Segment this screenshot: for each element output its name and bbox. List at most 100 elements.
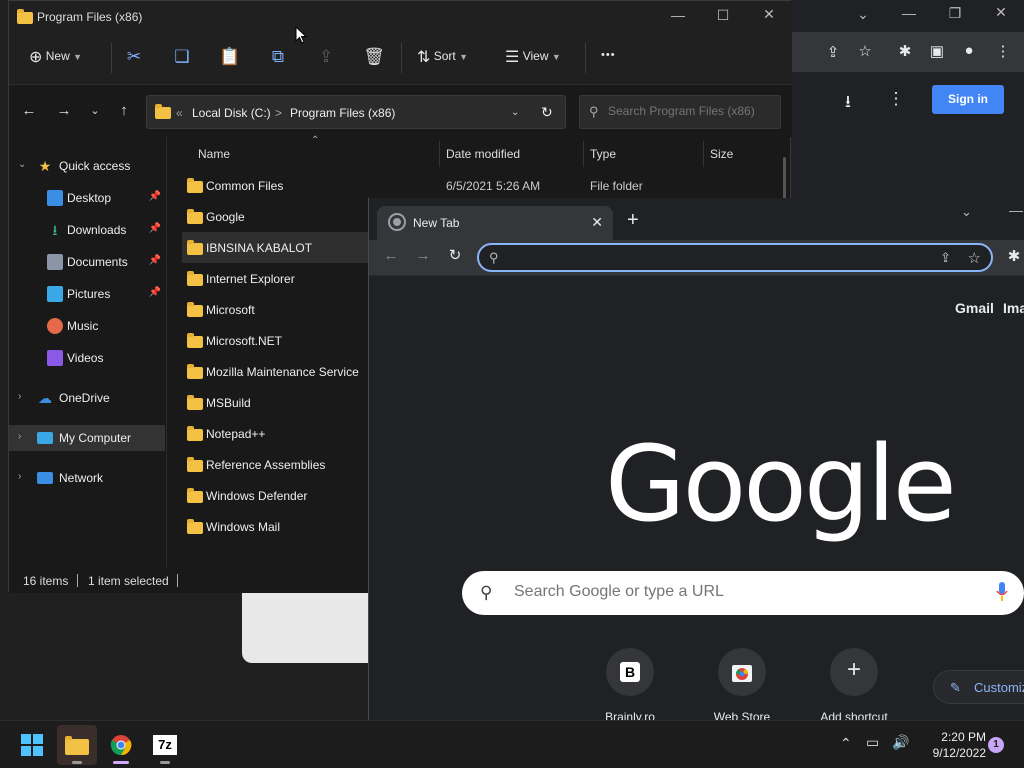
rename-icon[interactable]: ⧉ <box>266 47 290 67</box>
sign-in-button[interactable]: Sign in <box>932 85 1004 114</box>
microphone-icon[interactable] <box>996 582 1008 602</box>
more-options-button[interactable]: ••• <box>601 49 616 61</box>
google-search-box[interactable]: ⚲ <box>462 571 1024 615</box>
plus-circle-icon: ⊕ <box>29 49 43 66</box>
shortcut-brainly[interactable]: B Brainly.ro <box>575 648 685 724</box>
tab-new-tab[interactable]: New Tab ✕ <box>377 206 613 240</box>
add-shortcut-button[interactable]: + Add shortcut <box>799 648 909 724</box>
extensions-icon[interactable]: ✱ <box>1003 247 1024 265</box>
sort-button[interactable]: ⇅ Sort ▼ <box>417 47 468 67</box>
restore-icon[interactable]: ❐ <box>940 5 970 22</box>
gmail-link[interactable]: Gmail <box>955 300 994 316</box>
column-name[interactable]: Name <box>198 147 230 161</box>
nav-quick-access[interactable]: ⌄ ★ Quick access <box>9 153 165 179</box>
new-tab-plus-icon[interactable]: + <box>627 209 639 232</box>
minimize-icon[interactable]: — <box>1009 202 1023 218</box>
recent-locations-chevron-icon[interactable]: ⌄ <box>85 104 105 117</box>
notification-badge[interactable]: 1 <box>988 737 1004 753</box>
nav-videos[interactable]: Videos <box>9 345 165 371</box>
shortcut-web-store[interactable]: Web Store <box>687 648 797 724</box>
share-icon[interactable]: ⇪ <box>822 43 844 61</box>
chevron-right-icon[interactable]: › <box>18 391 21 402</box>
side-panel-icon[interactable]: ▣ <box>926 42 948 60</box>
breadcrumb-separator[interactable]: > <box>275 106 282 120</box>
column-divider[interactable] <box>439 141 440 167</box>
view-button[interactable]: ☰ View ▼ <box>505 47 561 67</box>
nav-onedrive[interactable]: › ☁ OneDrive <box>9 385 165 411</box>
paste-icon[interactable]: 📋 <box>218 47 242 67</box>
nav-downloads[interactable]: ⭳ Downloads 📌 <box>9 217 165 243</box>
delete-icon[interactable]: 🗑 <box>362 47 386 67</box>
nav-network[interactable]: › Network <box>9 465 165 491</box>
extensions-icon[interactable]: ✱ <box>894 42 916 60</box>
nav-pictures[interactable]: Pictures 📌 <box>9 281 165 307</box>
address-bar[interactable]: « Local Disk (C:) > Program Files (x86) … <box>146 95 566 129</box>
breadcrumb-overflow[interactable]: « <box>176 106 183 120</box>
breadcrumb-local-disk[interactable]: Local Disk (C:) <box>192 106 271 120</box>
close-tab-icon[interactable]: ✕ <box>591 214 603 231</box>
customize-chrome-button[interactable]: ✎ Customiz <box>933 670 1024 704</box>
bookmark-star-icon[interactable]: ☆ <box>968 249 981 267</box>
refresh-icon[interactable]: ↻ <box>541 104 553 121</box>
close-icon[interactable]: ✕ <box>754 6 784 23</box>
download-icon[interactable]: ⭳ <box>837 89 859 118</box>
pin-icon[interactable]: 📌 <box>149 191 161 202</box>
close-icon[interactable]: ✕ <box>986 4 1016 21</box>
up-arrow-icon[interactable]: ↑ <box>114 102 134 119</box>
maximize-icon[interactable]: ☐ <box>708 7 738 24</box>
nav-desktop[interactable]: Desktop 📌 <box>9 185 165 211</box>
pin-icon[interactable]: 📌 <box>149 255 161 266</box>
column-size[interactable]: Size <box>710 147 733 161</box>
share-icon[interactable]: ⇪ <box>314 47 338 67</box>
back-arrow-icon[interactable]: ← <box>380 247 402 264</box>
network-status-icon[interactable]: ▭ <box>866 734 879 751</box>
back-arrow-icon[interactable]: ← <box>19 102 39 119</box>
explorer-search-input[interactable] <box>608 104 776 118</box>
column-date-modified[interactable]: Date modified <box>446 147 520 161</box>
copy-icon[interactable]: ❏ <box>170 47 194 67</box>
minimize-icon[interactable]: — <box>894 5 924 21</box>
breadcrumb-program-files[interactable]: Program Files (x86) <box>290 106 395 120</box>
minimize-icon[interactable]: — <box>663 7 693 23</box>
menu-kebab-icon[interactable]: ⋮ <box>992 42 1014 60</box>
google-search-input[interactable] <box>514 583 974 601</box>
nav-music[interactable]: Music <box>9 313 165 339</box>
chevron-right-icon[interactable]: › <box>18 471 21 482</box>
taskbar-7zip[interactable]: 7z <box>145 725 185 765</box>
profile-icon[interactable]: ● <box>958 42 980 59</box>
images-link[interactable]: Ima <box>1003 300 1024 316</box>
column-divider[interactable] <box>583 141 584 167</box>
chevron-down-icon: ▼ <box>459 52 469 63</box>
pin-icon[interactable]: 📌 <box>149 287 161 298</box>
omnibox-input[interactable] <box>511 249 921 264</box>
pin-icon[interactable]: 📌 <box>149 223 161 234</box>
tab-search-caret-icon[interactable]: ⌄ <box>848 6 878 23</box>
volume-icon[interactable]: 🔊 <box>892 734 909 751</box>
taskbar-file-explorer[interactable] <box>57 725 97 765</box>
nav-my-computer[interactable]: › My Computer <box>9 425 165 451</box>
page-menu-kebab-icon[interactable]: ⋮ <box>885 89 907 109</box>
start-button[interactable] <box>12 725 52 765</box>
chevron-right-icon[interactable]: › <box>18 431 21 442</box>
clock[interactable]: 2:20 PM 9/12/2022 <box>916 729 986 761</box>
table-row[interactable]: Common Files 6/5/2021 5:26 AM File folde… <box>182 170 782 201</box>
nav-documents[interactable]: Documents 📌 <box>9 249 165 275</box>
address-history-chevron-icon[interactable]: ⌄ <box>511 107 519 118</box>
share-icon[interactable]: ⇪ <box>940 250 951 266</box>
explorer-search[interactable]: ⚲ <box>579 95 781 129</box>
forward-arrow-icon[interactable]: → <box>412 247 434 264</box>
reload-icon[interactable]: ↻ <box>444 246 466 264</box>
new-button[interactable]: ⊕ New ▼ <box>29 47 82 67</box>
chevron-down-icon[interactable]: ⌄ <box>18 159 26 170</box>
shortcut-tile: B <box>606 648 654 696</box>
computer-icon <box>37 432 53 444</box>
taskbar-chrome[interactable] <box>101 725 141 765</box>
tab-search-caret-icon[interactable]: ⌄ <box>961 204 972 220</box>
tray-chevron-up-icon[interactable]: ⌃ <box>840 735 852 752</box>
cut-icon[interactable]: ✂ <box>122 47 146 67</box>
column-type[interactable]: Type <box>590 147 616 161</box>
omnibox[interactable]: ⚲ ⇪ ☆ <box>477 243 993 272</box>
forward-arrow-icon[interactable]: → <box>54 102 74 119</box>
column-divider[interactable] <box>703 141 704 167</box>
bookmark-star-icon[interactable]: ☆ <box>854 42 876 60</box>
